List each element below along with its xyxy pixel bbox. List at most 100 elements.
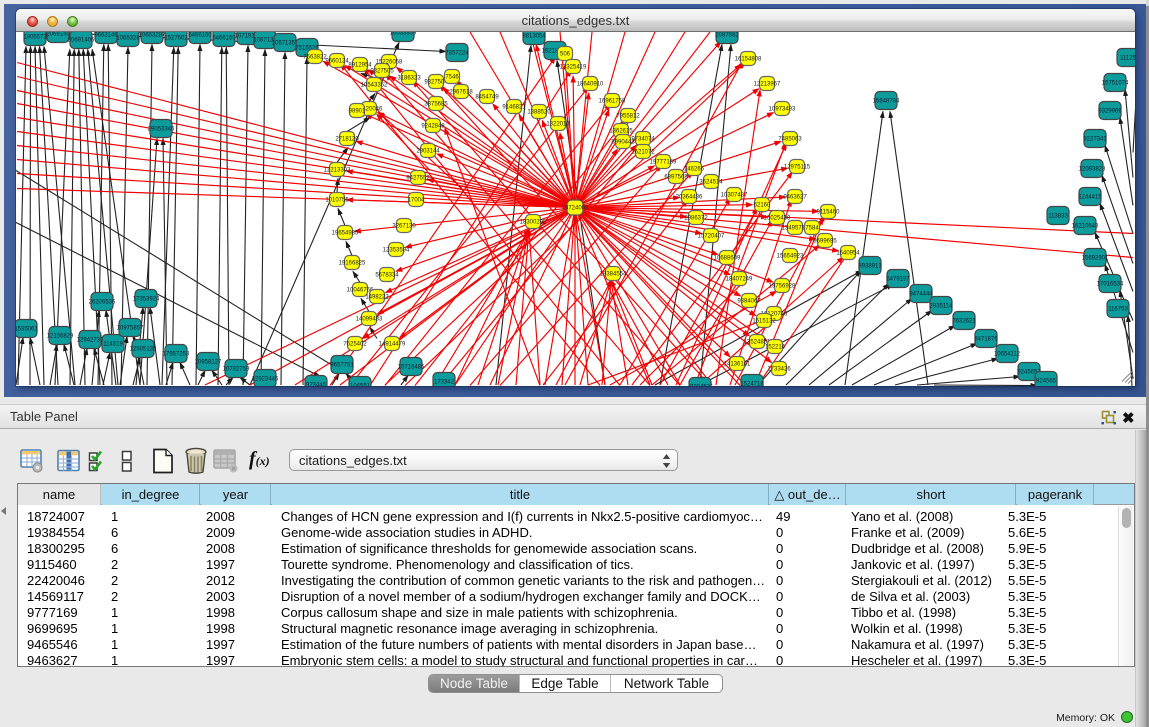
- svg-text:18300295: 18300295: [520, 219, 547, 225]
- svg-text:3186323: 3186323: [397, 75, 421, 81]
- svg-text:7857224: 7857224: [445, 50, 469, 56]
- svg-text:923446: 923446: [306, 382, 327, 386]
- svg-text:8454749: 8454749: [475, 94, 499, 100]
- svg-text:3624514: 3624514: [699, 179, 723, 185]
- svg-text:8938913: 8938913: [858, 263, 882, 269]
- svg-text:2986372: 2986372: [684, 215, 708, 221]
- svg-text:10688609: 10688609: [714, 255, 741, 261]
- svg-text:9242848: 9242848: [421, 123, 445, 129]
- svg-text:924565: 924565: [1036, 378, 1057, 384]
- svg-text:13325419: 13325419: [560, 64, 587, 70]
- svg-text:9463627: 9463627: [783, 194, 807, 200]
- svg-text:9327505: 9327505: [370, 68, 394, 74]
- svg-text:6479197: 6479197: [886, 276, 910, 282]
- svg-text:18407249: 18407249: [726, 276, 753, 282]
- svg-text:1733426: 1733426: [767, 366, 791, 372]
- svg-text:1621072: 1621072: [631, 149, 655, 155]
- svg-text:10307487: 10307487: [721, 192, 748, 198]
- svg-text:8471876: 8471876: [974, 336, 998, 342]
- svg-text:12942737: 12942737: [77, 337, 104, 343]
- svg-text:1362615: 1362615: [609, 128, 633, 134]
- svg-text:10543362: 10543362: [361, 82, 388, 88]
- svg-text:19166825: 19166825: [339, 260, 366, 266]
- svg-text:7632621: 7632621: [952, 318, 976, 324]
- svg-text:16648784: 16648784: [873, 98, 900, 104]
- svg-text:19654985: 19654985: [332, 230, 359, 236]
- svg-text:12975115: 12975115: [784, 164, 811, 170]
- svg-text:1010755: 1010755: [325, 197, 349, 203]
- svg-text:10958127: 10958127: [195, 359, 222, 365]
- svg-text:19777169: 19777169: [650, 159, 677, 165]
- svg-text:26206536: 26206536: [89, 299, 116, 305]
- svg-text:1498222: 1498222: [365, 294, 389, 300]
- svg-text:2087682: 2087682: [715, 32, 739, 38]
- svg-text:7955812: 7955812: [616, 113, 640, 119]
- svg-text:10782759: 10782759: [223, 366, 250, 372]
- svg-text:9146821: 9146821: [502, 104, 526, 110]
- svg-text:14136141: 14136141: [724, 361, 751, 367]
- svg-text:8912954: 8912954: [348, 62, 372, 68]
- svg-text:16961758: 16961758: [599, 98, 626, 104]
- svg-text:1535061: 1535061: [16, 326, 38, 332]
- svg-text:173342: 173342: [434, 379, 455, 385]
- svg-text:7546: 7546: [445, 74, 459, 80]
- svg-text:12505135: 12505135: [130, 346, 157, 352]
- svg-text:17016534: 17016534: [1097, 281, 1124, 287]
- svg-text:9384067: 9384067: [737, 298, 761, 304]
- svg-text:114519: 114519: [103, 341, 123, 347]
- svg-text:10973493: 10973493: [769, 106, 796, 112]
- svg-text:12213967: 12213967: [754, 81, 781, 87]
- svg-text:152214: 152214: [765, 344, 786, 350]
- svg-text:9227343: 9227343: [1083, 136, 1107, 142]
- svg-text:29053346: 29053346: [148, 126, 175, 132]
- svg-text:1065328: 1065328: [116, 35, 140, 41]
- svg-text:113833: 113833: [1048, 213, 1068, 219]
- svg-text:928452: 928452: [690, 384, 711, 386]
- svg-text:17957253: 17957253: [163, 351, 190, 357]
- svg-text:9115460: 9115460: [817, 209, 841, 215]
- svg-text:9657791: 9657791: [330, 362, 354, 368]
- svg-text:19756928: 19756928: [769, 283, 796, 289]
- svg-text:9699695: 9699695: [813, 238, 837, 244]
- svg-text:506: 506: [560, 51, 571, 57]
- svg-text:10653287: 10653287: [139, 32, 166, 38]
- svg-text:2903144: 2903144: [416, 148, 440, 154]
- svg-text:15751074: 15751074: [1102, 80, 1129, 86]
- svg-text:1640954: 1640954: [836, 250, 860, 256]
- svg-text:10975857: 10975857: [117, 325, 144, 331]
- svg-text:15692901: 15692901: [1082, 255, 1109, 261]
- svg-text:2935114: 2935114: [930, 303, 954, 309]
- svg-text:17004: 17004: [408, 197, 425, 203]
- svg-text:1905573: 1905573: [23, 34, 47, 40]
- svg-text:7663822: 7663822: [303, 54, 327, 60]
- svg-text:15720407: 15720407: [698, 233, 725, 239]
- svg-text:9329966: 9329966: [1098, 108, 1122, 114]
- svg-text:1615132: 1615132: [752, 318, 776, 324]
- svg-text:7485063: 7485063: [778, 136, 802, 142]
- svg-text:3267130: 3267130: [392, 223, 416, 229]
- svg-text:12923446: 12923446: [252, 376, 279, 382]
- svg-text:15716485: 15716485: [398, 364, 425, 370]
- svg-text:9734074: 9734074: [631, 136, 655, 142]
- svg-text:1388520: 1388520: [527, 109, 551, 115]
- svg-text:8813054: 8813054: [522, 33, 546, 39]
- svg-text:9663146: 9663146: [94, 32, 118, 38]
- svg-text:6466160: 6466160: [212, 35, 236, 41]
- svg-text:104551: 104551: [350, 383, 371, 386]
- svg-text:18724007: 18724007: [562, 205, 589, 211]
- svg-text:146266: 146266: [684, 166, 705, 172]
- svg-text:20364436: 20364436: [676, 194, 703, 200]
- svg-text:9474444: 9474444: [909, 291, 933, 297]
- svg-text:19384554: 19384554: [600, 271, 627, 277]
- svg-text:14914479: 14914479: [379, 341, 406, 347]
- svg-text:20691406: 20691406: [68, 37, 95, 43]
- svg-text:16033809: 16033809: [390, 32, 417, 37]
- svg-text:2718120: 2718120: [335, 136, 359, 142]
- svg-text:11125: 11125: [1120, 55, 1135, 61]
- svg-text:14099483: 14099483: [356, 316, 383, 322]
- svg-text:12353594: 12353594: [383, 247, 410, 253]
- svg-text:15654923: 15654923: [777, 253, 804, 259]
- svg-text:6897568: 6897568: [664, 174, 688, 180]
- svg-text:116753: 116753: [1108, 306, 1128, 312]
- svg-text:1244415: 1244415: [1078, 194, 1102, 200]
